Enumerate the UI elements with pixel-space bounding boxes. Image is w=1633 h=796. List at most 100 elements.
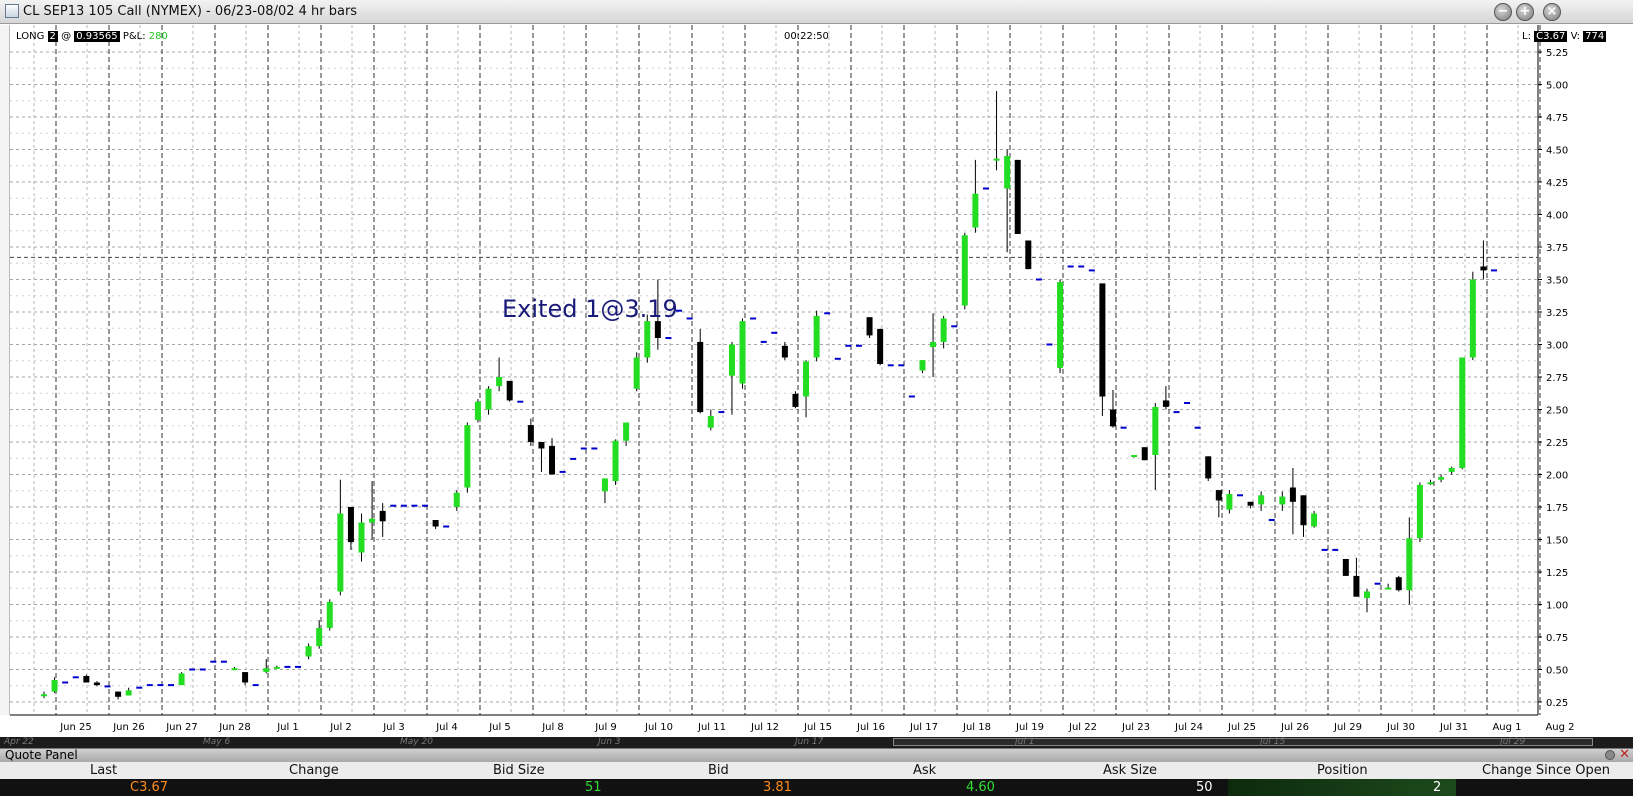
up-bar <box>633 357 640 389</box>
quote-panel-header-row: Last Change Bid Size Bid Ask Ask Size Po… <box>0 762 1633 779</box>
up-bar <box>125 690 132 696</box>
quote-header-ask-size: Ask Size <box>1103 763 1158 778</box>
up-bar <box>474 401 481 420</box>
up-bar <box>1057 282 1064 368</box>
up-bar <box>739 321 746 384</box>
up-bar <box>612 440 619 481</box>
window-title: CL SEP13 105 Call (NYMEX) - 06/23-08/02 … <box>23 4 358 19</box>
up-bar <box>1226 494 1233 510</box>
up-bar <box>1279 496 1286 505</box>
y-tick-label: 2.25 <box>1546 438 1568 449</box>
down-bar <box>877 328 884 364</box>
down-bar <box>697 341 704 413</box>
x-tick-label: Jul 25 <box>1227 722 1256 733</box>
quote-header-change-since-open: Change Since Open <box>1482 763 1611 778</box>
chart-navigator[interactable]: Apr 22 May 6 May 20 Jun 3 Jun 17 Jul 1 J… <box>0 737 1633 748</box>
x-tick-label: Jul 9 <box>594 722 617 733</box>
pnl-value: 280 <box>148 31 168 42</box>
y-tick-label: 4.25 <box>1546 178 1568 189</box>
last-label: L: <box>1522 31 1531 42</box>
up-bar <box>464 425 471 488</box>
down-bar <box>1480 266 1487 271</box>
y-tick-label: 0.75 <box>1546 633 1568 644</box>
close-button[interactable]: × <box>1543 3 1561 21</box>
quote-value-position: 2 <box>1433 780 1442 795</box>
up-bar <box>728 344 735 376</box>
quote-panel-close-icon[interactable]: ✕ <box>1619 748 1630 761</box>
up-bar <box>337 513 344 592</box>
x-tick-label: Jul 2 <box>329 722 352 733</box>
x-tick-label: Aug 1 <box>1492 722 1521 733</box>
minimize-button[interactable]: − <box>1494 3 1512 21</box>
down-bar <box>1014 159 1021 234</box>
down-bar <box>83 676 90 683</box>
quote-value-ask-size: 50 <box>1196 780 1213 795</box>
x-tick-label: Jul 8 <box>541 722 564 733</box>
quote-header-bid-size: Bid Size <box>493 763 545 778</box>
up-bar <box>1004 156 1011 189</box>
up-bar <box>485 388 492 410</box>
x-tick-label: Jul 4 <box>435 722 458 733</box>
y-tick-label: 2.50 <box>1546 406 1568 417</box>
x-tick-label: Aug 2 <box>1545 722 1574 733</box>
y-tick-label: 5.25 <box>1546 48 1568 59</box>
volume-value: 774 <box>1583 31 1607 42</box>
y-tick-label: 3.50 <box>1546 276 1568 287</box>
quote-panel-titlebar: Quote Panel ✕ <box>0 748 1633 762</box>
navigator-label: Jun 3 <box>598 737 621 747</box>
up-bar <box>1469 279 1476 358</box>
up-bar <box>1385 587 1392 590</box>
down-bar <box>115 691 122 697</box>
quote-header-last: Last <box>90 763 118 778</box>
maximize-button[interactable]: + <box>1516 3 1534 21</box>
y-tick-label: 2.75 <box>1546 373 1568 384</box>
x-tick-label: Jul 1 <box>276 722 299 733</box>
down-bar <box>379 510 386 522</box>
position-cell-background <box>1228 779 1456 796</box>
down-bar <box>1342 559 1349 576</box>
x-tick-label: Jul 5 <box>488 722 511 733</box>
navigator-label: Jul 1 <box>1015 737 1035 747</box>
last-volume-indicator: L: C3.67 V: 774 <box>1522 31 1607 42</box>
quote-header-ask: Ask <box>913 763 937 778</box>
down-bar <box>347 507 354 543</box>
up-bar <box>326 601 333 628</box>
quote-panel-collapse-icon[interactable] <box>1605 750 1615 760</box>
x-tick-label: Jul 19 <box>1015 722 1044 733</box>
x-tick-label: Jul 17 <box>909 722 938 733</box>
x-tick-label: Jul 18 <box>962 722 991 733</box>
time-axis: Jun 25 Jun 26 Jun 27 Jun 28 Jul 1 Jul 2 Jul 3 J… <box>10 714 1575 733</box>
x-tick-label: Jul 30 <box>1386 722 1415 733</box>
down-bar <box>792 393 799 407</box>
down-bar <box>1099 283 1106 397</box>
last-value: C3.67 <box>1534 31 1568 42</box>
up-bar <box>601 478 608 492</box>
up-bar <box>1152 406 1159 455</box>
position-indicator: LONG 2 @ 0.93565 P&L: 280 <box>16 31 168 42</box>
chart-area[interactable]: 0.25 0.50 0.75 1.00 1.25 1.50 1.75 2.00 2.25 2.50… <box>0 25 1633 737</box>
horizontal-gridlines <box>10 51 1538 703</box>
down-bar <box>1109 409 1116 427</box>
volume-label: V: <box>1570 31 1580 42</box>
down-bar <box>93 682 100 686</box>
x-tick-label: Jul 29 <box>1333 722 1362 733</box>
down-bar <box>1162 400 1169 407</box>
up-bar <box>1406 538 1413 591</box>
navigator-label: Jul 29 <box>1500 737 1526 747</box>
x-tick-label: Jul 31 <box>1439 722 1468 733</box>
up-bar <box>41 694 47 697</box>
down-bar <box>866 317 873 336</box>
quote-header-position: Position <box>1317 763 1368 778</box>
quote-value-bid: 3.81 <box>763 780 792 795</box>
down-bar <box>1141 447 1148 461</box>
price-chart[interactable]: 0.25 0.50 0.75 1.00 1.25 1.50 1.75 2.00 2.25 2.50… <box>0 25 1633 737</box>
up-bar <box>919 360 926 371</box>
up-bar <box>1363 591 1370 598</box>
navigator-label: Jun 17 <box>795 737 824 747</box>
y-tick-label: 1.25 <box>1546 568 1568 579</box>
navigator-thumb[interactable] <box>893 738 1593 746</box>
up-bar <box>940 318 947 342</box>
x-tick-label: Jul 24 <box>1174 722 1203 733</box>
quote-panel-value-row: C3.67 51 3.81 4.60 50 2 <box>0 779 1633 796</box>
down-bar <box>527 425 534 442</box>
